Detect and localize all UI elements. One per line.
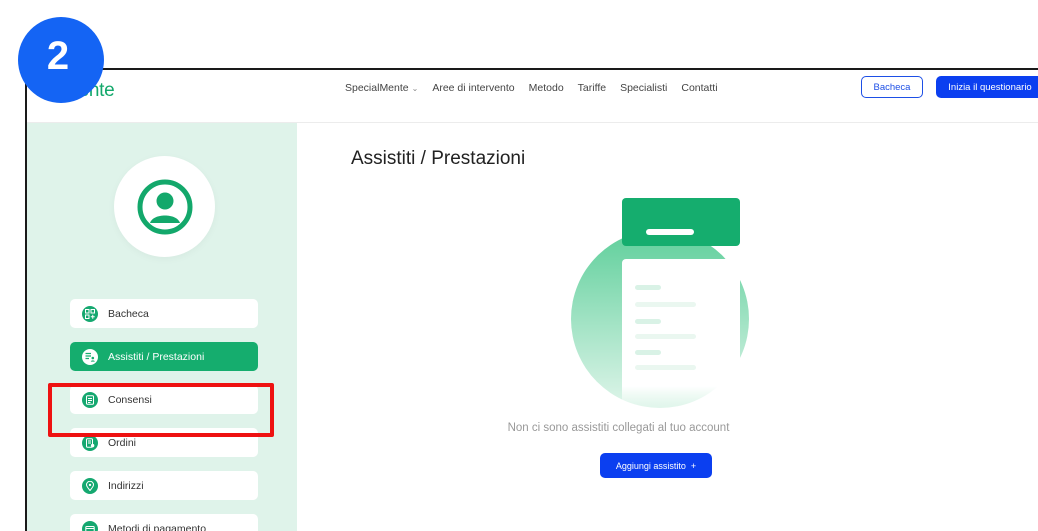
main-nav: SpecialMente ⌄ Aree di intervento Metodo … (345, 70, 718, 106)
list-user-icon (82, 348, 98, 365)
app-window: ialMente SpecialMente⌄ Aree di intervent… (25, 68, 1038, 531)
sidebar: Bacheca Assistiti / Prestazioni Consensi… (27, 123, 297, 531)
step-number-badge: 2 (18, 17, 104, 103)
sidebar-item-label: Metodi di pagamento (108, 522, 207, 531)
nav-item-contatti[interactable]: Contatti (681, 82, 717, 94)
sidebar-item-label: Bacheca (108, 307, 149, 320)
nav-item-tariffe[interactable]: Tariffe (578, 82, 606, 94)
add-button-label: Aggiungi assistito (615, 460, 686, 471)
add-assisted-button[interactable]: Aggiungi assistito + (600, 453, 712, 478)
wallet-icon (82, 520, 98, 531)
chevron-down-icon: ⌄ (411, 84, 419, 93)
sidebar-item-label: Ordini (108, 436, 137, 449)
nav-item-aree-di-intervento[interactable]: Aree di intervento (432, 82, 514, 94)
top-navigation-bar: ialMente SpecialMente⌄ Aree di intervent… (27, 70, 1038, 123)
start-questionnaire-button[interactable]: Inizia il questionario (936, 76, 1038, 98)
nav-item-specialisti[interactable]: Specialisti (620, 82, 667, 94)
sidebar-item-label: Indirizzi (108, 479, 144, 492)
dashboard-button[interactable]: Bacheca (861, 76, 923, 98)
sidebar-item-label: Assistiti / Prestazioni (108, 350, 205, 363)
user-avatar-icon (137, 179, 192, 234)
plus-icon: + (690, 460, 697, 471)
page-title: Assistiti / Prestazioni (351, 148, 526, 169)
grid-icon (82, 305, 98, 322)
empty-state-message: Non ci sono assistiti collegati al tuo a… (507, 422, 730, 434)
sidebar-item-metodi-di-pagamento[interactable]: Metodi di pagamento (70, 514, 258, 531)
avatar (114, 156, 215, 257)
sidebar-item-bacheca[interactable]: Bacheca (70, 299, 258, 328)
nav-item-specialmente[interactable]: SpecialMente ⌄ (345, 82, 418, 94)
sidebar-item-assistiti-prestazioni[interactable]: Assistiti / Prestazioni (70, 342, 258, 371)
sidebar-item-indirizzi[interactable]: Indirizzi (70, 471, 258, 500)
nav-item-metodo[interactable]: Metodo (529, 82, 564, 94)
empty-state-illustration (571, 198, 749, 408)
location-pin-icon (82, 477, 98, 494)
